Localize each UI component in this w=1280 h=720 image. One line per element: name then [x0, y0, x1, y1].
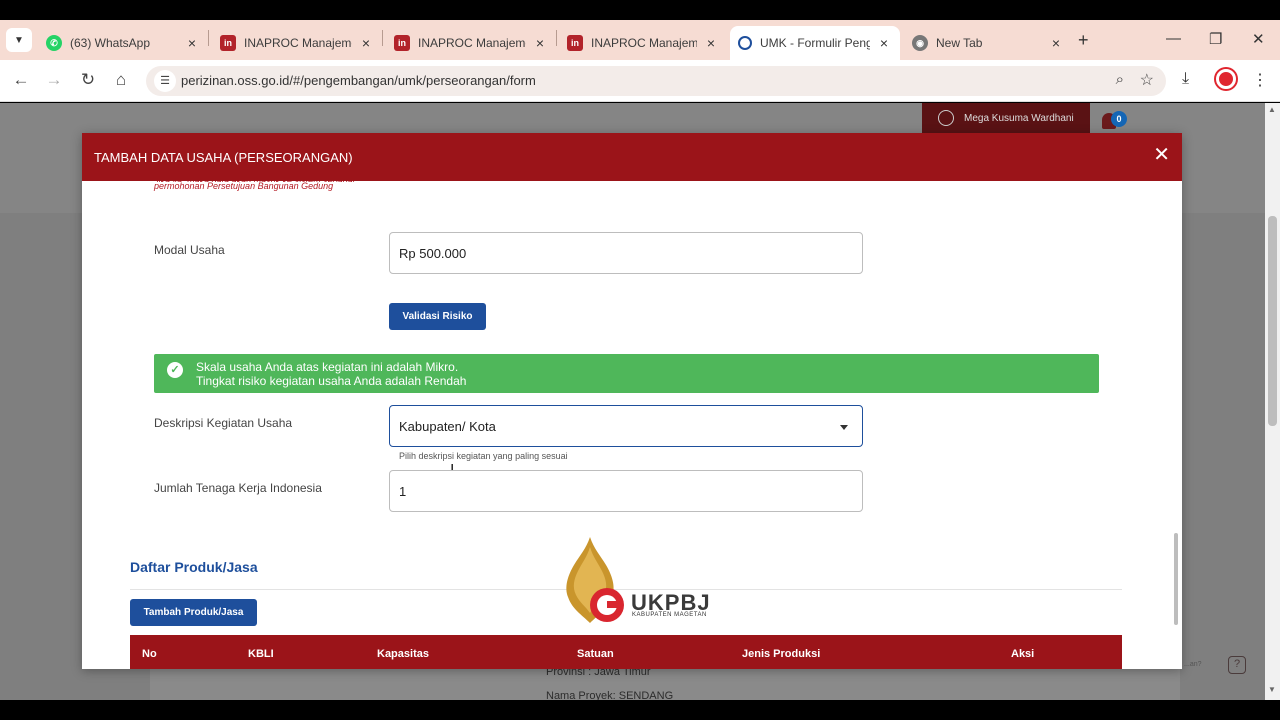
produk-table-header: No KBLI Kapasitas Satuan Jenis Produksi …	[130, 635, 1122, 669]
window-close-icon[interactable]: ✕	[1252, 30, 1265, 48]
minimize-icon[interactable]: —	[1166, 30, 1181, 47]
reload-icon[interactable]: ↻	[77, 70, 99, 90]
validate-risk-button[interactable]: Validasi Risiko	[389, 303, 486, 330]
close-icon[interactable]: ×	[876, 35, 892, 51]
tab-separator	[208, 30, 209, 46]
deskripsi-select[interactable]: Kabupaten/ Kota	[389, 405, 863, 447]
hint-text: permohonan Persetujuan Bangunan Gedung	[154, 181, 334, 191]
deskripsi-label: Deskripsi Kegiatan Usaha	[154, 416, 293, 430]
tenaga-kerja-label: Jumlah Tenaga Kerja Indonesia	[154, 481, 322, 495]
tab-inaproc-2[interactable]: in INAPROC Manajemen ×	[386, 26, 556, 60]
column-kapasitas: Kapasitas	[377, 648, 429, 660]
menu-kebab-icon[interactable]: ⋮	[1252, 70, 1268, 90]
alert-line-2: Tingkat risiko kegiatan usaha Anda adala…	[196, 374, 467, 388]
user-avatar-icon	[938, 110, 954, 126]
help-question-icon[interactable]: ?	[1228, 656, 1246, 674]
notification-badge: 0	[1111, 111, 1127, 127]
home-icon[interactable]: ⌂	[110, 70, 132, 90]
new-tab-plus-icon[interactable]: +	[1078, 30, 1089, 51]
whatsapp-icon: ✆	[46, 35, 62, 51]
deskripsi-help-text: Pilih deskripsi kegiatan yang paling ses…	[399, 451, 568, 461]
modal-close-icon[interactable]: ✕	[1153, 145, 1170, 165]
extension-icon[interactable]	[1216, 69, 1236, 89]
tab-separator	[556, 30, 557, 46]
page-scrollbar[interactable]: ▲ ▼	[1265, 103, 1280, 700]
close-icon[interactable]: ×	[1048, 35, 1064, 51]
column-aksi: Aksi	[1011, 648, 1035, 660]
modal-header: TAMBAH DATA USAHA (PERSEORANGAN) ✕	[82, 133, 1182, 181]
browser-toolbar: ← → ↻ ⌂ ☰ perizinan.oss.go.id/#/pengemba…	[0, 60, 1280, 102]
modal-scrollbar[interactable]	[1174, 533, 1178, 625]
tab-separator	[382, 30, 383, 46]
modal-title: TAMBAH DATA USAHA (PERSEORANGAN)	[94, 150, 353, 165]
alert-line-1: Skala usaha Anda atas kegiatan ini adala…	[196, 360, 459, 374]
inaproc-icon: in	[394, 35, 410, 51]
tab-inaproc-3[interactable]: in INAPROC Manajemen ×	[559, 26, 727, 60]
close-icon[interactable]: ×	[358, 35, 374, 51]
modal-usaha-input[interactable]: Rp 500.000	[389, 232, 863, 274]
bookmark-star-icon[interactable]: ☆	[1140, 70, 1154, 90]
scroll-down-icon[interactable]: ▼	[1268, 685, 1276, 694]
tab-umk-form[interactable]: UMK - Formulir Pengajuan ×	[730, 26, 900, 60]
tab-inaproc-1[interactable]: in INAPROC Manajemen ×	[212, 26, 382, 60]
back-arrow-icon[interactable]: ←	[10, 70, 32, 90]
risk-result-alert: ✓ Skala usaha Anda atas kegiatan ini ada…	[154, 354, 1099, 393]
inaproc-icon: in	[220, 35, 236, 51]
download-icon[interactable]: ⤓	[1182, 70, 1189, 88]
close-icon[interactable]: ×	[532, 35, 548, 51]
site-info-icon[interactable]: ☰	[154, 70, 176, 92]
inaproc-icon: in	[567, 35, 583, 51]
zoom-icon[interactable]: ⌕	[1116, 71, 1124, 88]
help-text: ...an?	[1184, 661, 1202, 668]
scroll-up-icon[interactable]: ▲	[1268, 105, 1276, 114]
tenaga-kerja-input[interactable]: 1	[389, 470, 863, 512]
user-name: Mega Kusuma Wardhani	[964, 112, 1074, 124]
oss-icon	[738, 36, 752, 50]
tab-new-tab[interactable]: ◉ New Tab ×	[904, 26, 1072, 60]
close-icon[interactable]: ×	[184, 35, 200, 51]
forward-arrow-icon[interactable]: →	[43, 70, 65, 90]
user-menu[interactable]: Mega Kusuma Wardhani	[922, 103, 1090, 133]
check-circle-icon: ✓	[167, 362, 183, 378]
add-product-button[interactable]: Tambah Produk/Jasa	[130, 599, 257, 626]
column-kbli: KBLI	[248, 648, 274, 660]
column-jenis-produksi: Jenis Produksi	[742, 648, 821, 660]
close-icon[interactable]: ×	[703, 35, 719, 51]
column-no: No	[142, 648, 157, 660]
top-letterbox	[0, 0, 1280, 20]
tab-whatsapp[interactable]: ✆ (63) WhatsApp ×	[38, 26, 208, 60]
deskripsi-value: Kabupaten/ Kota	[399, 419, 496, 434]
tab-search-button[interactable]: ▼	[6, 28, 32, 52]
watermark-subtitle: KABUPATEN MAGETAN	[632, 612, 707, 618]
dropdown-caret-icon[interactable]	[840, 425, 848, 430]
column-satuan: Satuan	[577, 648, 614, 660]
restore-icon[interactable]: ❐	[1209, 30, 1222, 48]
bottom-letterbox	[0, 700, 1280, 720]
scrollbar-thumb[interactable]	[1268, 216, 1277, 426]
address-bar[interactable]: ☰ perizinan.oss.go.id/#/pengembangan/umk…	[146, 66, 1166, 96]
modal-usaha-label: Modal Usaha	[154, 243, 225, 257]
url-text: perizinan.oss.go.id/#/pengembangan/umk/p…	[181, 73, 536, 88]
produk-section-title: Daftar Produk/Jasa	[130, 559, 258, 575]
chrome-icon: ◉	[912, 35, 928, 51]
